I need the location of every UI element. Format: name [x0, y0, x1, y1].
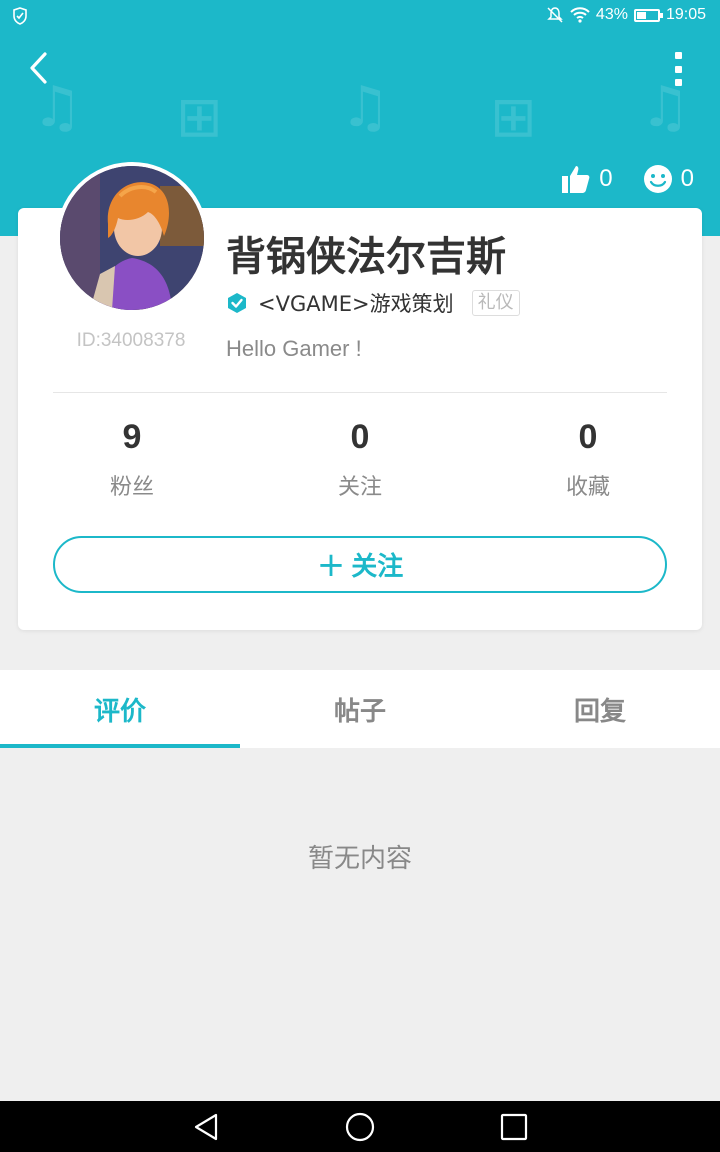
system-nav-bar [0, 1101, 720, 1152]
circle-home-icon [345, 1112, 375, 1142]
smile-icon [643, 165, 672, 193]
stat-value: 0 [578, 418, 598, 456]
avatar[interactable] [56, 162, 208, 314]
follow-label: 关注 [351, 552, 404, 582]
username: 背锅侠法尔吉斯 [226, 234, 506, 280]
like-stat[interactable]: 0 [561, 164, 613, 194]
stat-value: 0 [350, 418, 370, 456]
wifi-icon [570, 7, 590, 23]
smile-count: 0 [680, 165, 694, 192]
tab-posts[interactable]: 帖子 [240, 670, 480, 748]
divider [53, 392, 667, 393]
chevron-left-icon [30, 52, 47, 84]
nav-recents-button[interactable] [499, 1112, 529, 1142]
gamepad-icon: ⊞ [490, 85, 537, 150]
user-id: ID:34008378 [76, 330, 186, 351]
gamepad-icon: ⊞ [176, 85, 223, 150]
thumbs-up-icon [562, 166, 590, 193]
music-note-icon: ♫ [340, 75, 391, 140]
back-button[interactable] [22, 48, 58, 88]
stat-favorites[interactable]: 0 收藏 [474, 418, 702, 501]
triangle-back-icon [194, 1113, 218, 1141]
battery-percent: 43% [595, 6, 628, 23]
role-row: <VGAME>游戏策划 礼仪 [226, 288, 520, 318]
stat-value: 9 [122, 418, 142, 456]
empty-state: 暂无内容 [307, 844, 412, 874]
dot [674, 79, 682, 86]
stats-row: 9 粉丝 0 关注 0 收藏 [18, 418, 702, 501]
stat-label: 粉丝 [109, 475, 154, 500]
music-note-icon: ♫ [32, 75, 83, 140]
battery-icon [633, 8, 663, 22]
plus-icon: + [316, 544, 346, 585]
dot [674, 65, 682, 73]
stat-label: 关注 [337, 475, 382, 500]
follow-button[interactable]: + 关注 [53, 536, 667, 593]
stat-following[interactable]: 0 关注 [246, 418, 474, 501]
square-recents-icon [500, 1113, 528, 1141]
header-reactions: 0 0 [561, 164, 694, 194]
nav-home-button[interactable] [345, 1112, 375, 1142]
profile-card: ID:34008378 背锅侠法尔吉斯 <VGAME>游戏策划 礼仪 Hello… [18, 162, 702, 630]
stat-followers[interactable]: 9 粉丝 [18, 418, 246, 501]
clock: 19:05 [665, 6, 706, 23]
dot [674, 52, 682, 59]
status-bar: 43% 19:05 [0, 0, 720, 32]
more-options-button[interactable] [672, 52, 684, 86]
verified-badge-icon [228, 293, 246, 313]
content-tabs: 评价 帖子 回复 [0, 670, 720, 748]
tab-replies[interactable]: 回复 [480, 670, 720, 748]
like-count: 0 [599, 165, 613, 192]
user-bio: Hello Gamer ! [226, 336, 362, 361]
music-note-icon: ♫ [640, 75, 691, 140]
mute-icon [547, 7, 563, 23]
shield-icon [13, 7, 27, 25]
stat-label: 收藏 [565, 475, 610, 500]
nav-back-button[interactable] [192, 1112, 222, 1142]
user-role: <VGAME>游戏策划 [258, 292, 454, 316]
status-icons: 43% 19:05 [546, 6, 706, 24]
avatar-image [60, 166, 204, 310]
smile-stat[interactable]: 0 [643, 164, 694, 194]
battery-level [636, 11, 647, 19]
tag-badge: 礼仪 [471, 290, 520, 316]
tab-reviews[interactable]: 评价 [0, 670, 240, 748]
